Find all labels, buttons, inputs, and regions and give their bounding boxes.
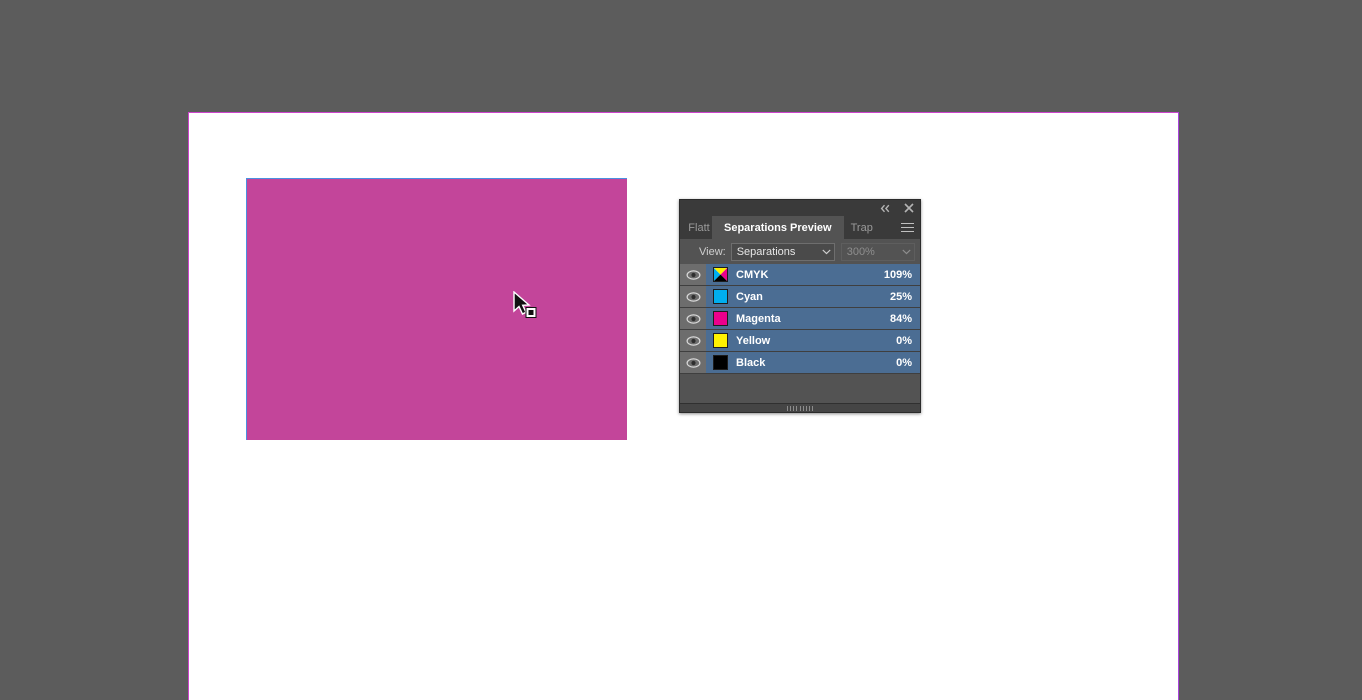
page-border-top — [188, 112, 1179, 113]
tab-flattener-preview[interactable]: Flatt — [680, 216, 712, 239]
zoom-level-select[interactable]: 300% — [840, 242, 915, 261]
swatch-cmyk-composite — [713, 267, 728, 282]
ink-row-magenta[interactable]: Magenta 84% — [680, 308, 920, 330]
visibility-toggle-magenta[interactable] — [680, 308, 706, 329]
ink-name-black: Black — [736, 356, 766, 369]
swatch-cyan — [713, 289, 728, 304]
ink-value-cmyk: 109% — [883, 268, 912, 281]
eye-icon — [685, 335, 701, 346]
view-label: View: — [699, 245, 726, 258]
ink-row-cyan[interactable]: Cyan 25% — [680, 286, 920, 308]
view-mode-value: Separations — [736, 245, 796, 258]
eye-icon — [685, 313, 701, 324]
chevron-down-icon — [902, 246, 911, 258]
ink-name-magenta: Magenta — [736, 312, 781, 325]
resize-grip-icon[interactable] — [787, 405, 813, 411]
page-border-left — [188, 112, 189, 700]
panel-empty-area — [680, 374, 920, 400]
visibility-toggle-cyan[interactable] — [680, 286, 706, 307]
swatch-yellow — [713, 333, 728, 348]
ink-separations-list: CMYK 109% Cyan 25% Magenta 84% Yellow 0%… — [680, 264, 920, 374]
hamburger-menu-icon — [900, 223, 914, 232]
panel-tab-strip: Flatt Separations Preview Trap — [680, 216, 920, 239]
eye-icon — [685, 291, 701, 302]
panel-titlebar — [680, 200, 920, 216]
ink-row-black[interactable]: Black 0% — [680, 352, 920, 374]
ink-value-yellow: 0% — [896, 334, 912, 347]
eye-icon — [685, 357, 701, 368]
tab-trap[interactable]: Trap — [843, 216, 880, 239]
application-window: Flatt Separations Preview Trap View: Sep… — [0, 0, 1362, 700]
panel-menu-button[interactable] — [894, 216, 920, 239]
eye-icon — [685, 269, 701, 280]
collapse-panel-icon[interactable] — [879, 202, 892, 215]
page-border-right — [1178, 112, 1179, 700]
zoom-level-value: 300% — [846, 245, 875, 258]
ink-value-cyan: 25% — [889, 290, 912, 303]
swatch-black — [713, 355, 728, 370]
tab-flattener-preview-label: Flatt — [688, 221, 710, 234]
ink-value-magenta: 84% — [889, 312, 912, 325]
visibility-toggle-yellow[interactable] — [680, 330, 706, 351]
ink-row-yellow[interactable]: Yellow 0% — [680, 330, 920, 352]
visibility-toggle-cmyk[interactable] — [680, 264, 706, 285]
ink-name-cyan: Cyan — [736, 290, 763, 303]
view-controls-row: View: Separations 300% — [680, 239, 920, 264]
ink-name-cmyk: CMYK — [736, 268, 769, 281]
tab-separations-preview[interactable]: Separations Preview — [712, 216, 844, 239]
separations-preview-panel: Flatt Separations Preview Trap View: Sep… — [679, 199, 921, 413]
tab-trap-label: Trap — [850, 221, 873, 234]
ink-name-yellow: Yellow — [736, 334, 771, 347]
magenta-rectangle-artwork[interactable] — [246, 178, 627, 440]
visibility-toggle-black[interactable] — [680, 352, 706, 373]
chevron-down-icon — [822, 246, 831, 258]
artwork-selection-edge-left — [246, 178, 247, 440]
view-mode-select[interactable]: Separations — [730, 242, 835, 261]
tab-separations-preview-label: Separations Preview — [724, 221, 832, 234]
ink-row-cmyk[interactable]: CMYK 109% — [680, 264, 920, 286]
artwork-selection-edge-top — [246, 178, 627, 179]
close-icon[interactable] — [902, 202, 915, 215]
panel-footer — [680, 403, 920, 412]
swatch-magenta — [713, 311, 728, 326]
ink-value-black: 0% — [896, 356, 912, 369]
